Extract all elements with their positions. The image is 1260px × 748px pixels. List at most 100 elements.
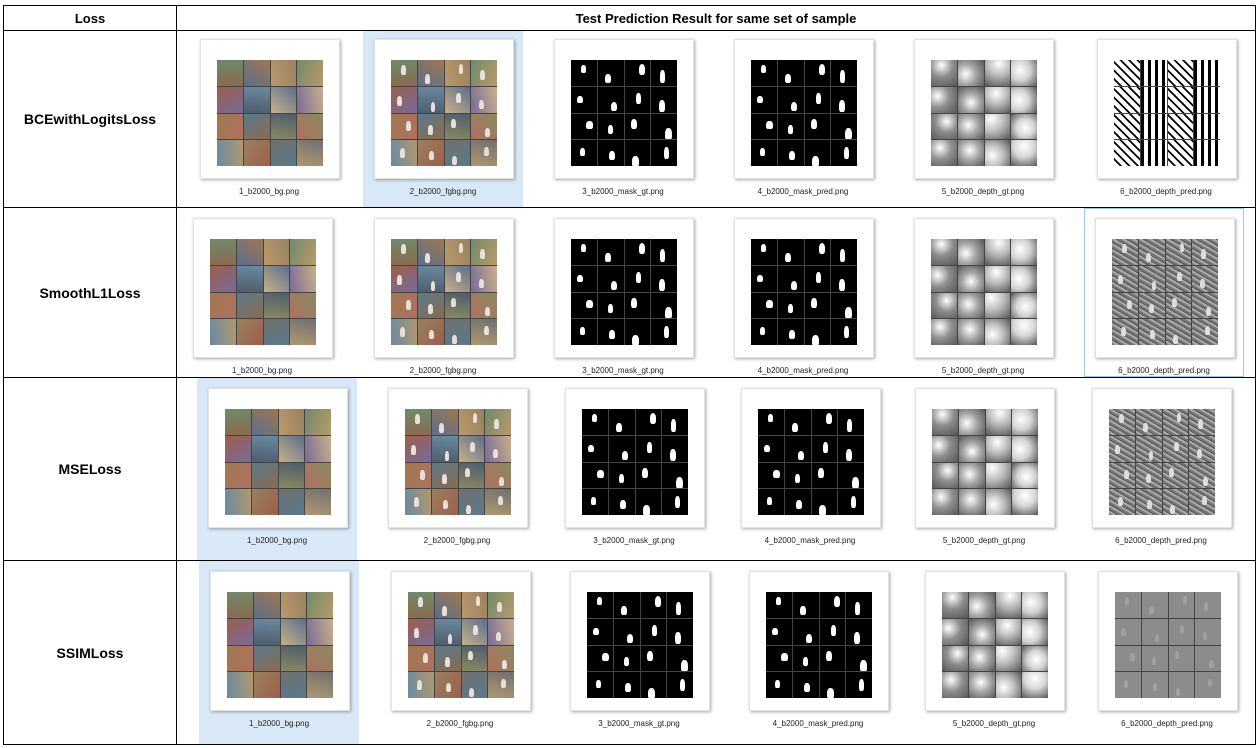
table-row: BCEwithLogitsLoss 1_b2000_bg.png 2_b2000_… (3, 30, 1256, 208)
thumbnail-image (751, 60, 857, 166)
file-tile[interactable]: 6_b2000_depth_pred.png (1084, 208, 1244, 377)
file-name-label: 6_b2000_depth_pred.png (1115, 536, 1207, 545)
thumbnail-image (225, 409, 331, 515)
file-name-label: 2_b2000_fgbg.png (409, 187, 477, 196)
result-column-header: Test Prediction Result for same set of s… (176, 5, 1256, 31)
thumbnail-frame (914, 218, 1054, 358)
thumbnail-frame (1092, 388, 1232, 528)
file-tile[interactable]: 1_b2000_bg.png (199, 561, 359, 744)
file-name-label: 1_b2000_bg.png (248, 719, 310, 728)
thumbnail-frame (1098, 571, 1238, 711)
thumbnail-frame (388, 388, 528, 528)
file-tile[interactable]: 5_b2000_depth_gt.png (903, 208, 1063, 377)
image-strip: 1_b2000_bg.png 2_b2000_fgbg.png 3_b2000_ma… (176, 377, 1256, 561)
thumbnail-frame (749, 571, 889, 711)
file-tile[interactable]: 1_b2000_bg.png (197, 378, 357, 560)
file-tile[interactable]: 2_b2000_fgbg.png (380, 561, 540, 744)
file-tile[interactable]: 1_b2000_bg.png (182, 208, 342, 377)
table-row: SmoothL1Loss 1_b2000_bg.png 2_b2000_fgbg.… (3, 207, 1256, 378)
file-tile[interactable]: 4_b2000_mask_pred.png (723, 208, 883, 377)
file-tile[interactable]: 3_b2000_mask_gt.png (543, 208, 703, 377)
loss-name: BCEwithLogitsLoss (3, 30, 177, 208)
file-name-label: 5_b2000_depth_gt.png (942, 536, 1026, 545)
thumbnail-frame (200, 39, 340, 179)
results-table: Loss Test Prediction Result for same set… (3, 5, 1256, 745)
file-name-label: 5_b2000_depth_gt.png (952, 719, 1036, 728)
thumbnail-image (227, 592, 333, 698)
file-tile[interactable]: 3_b2000_mask_gt.png (559, 561, 719, 744)
file-name-label: 3_b2000_mask_gt.png (582, 366, 664, 375)
file-tile[interactable]: 6_b2000_depth_pred.png (1081, 378, 1241, 560)
image-strip: 1_b2000_bg.png 2_b2000_fgbg.png 3_b2000_ma… (176, 30, 1256, 208)
file-name-label: 4_b2000_mask_pred.png (772, 719, 864, 728)
file-tile[interactable]: 6_b2000_depth_pred.png (1086, 31, 1246, 207)
header-row: Loss Test Prediction Result for same set… (3, 5, 1256, 31)
file-name-label: 4_b2000_mask_pred.png (764, 536, 856, 545)
thumbnail-image (391, 60, 497, 166)
thumbnail-image (391, 239, 497, 345)
thumbnail-image (758, 409, 864, 515)
file-tile[interactable]: 6_b2000_depth_pred.png (1087, 561, 1247, 744)
file-name-label: 6_b2000_depth_pred.png (1118, 366, 1210, 375)
loss-name: SmoothL1Loss (3, 207, 177, 378)
thumbnail-image (571, 60, 677, 166)
table-row: SSIMLoss 1_b2000_bg.png 2_b2000_fgbg.png 3… (3, 560, 1256, 745)
thumbnail-frame (741, 388, 881, 528)
thumbnail-image (571, 239, 677, 345)
loss-name: MSELoss (3, 377, 177, 561)
file-name-label: 2_b2000_fgbg.png (409, 366, 477, 375)
image-strip: 1_b2000_bg.png 2_b2000_fgbg.png 3_b2000_ma… (176, 207, 1256, 378)
thumbnail-image (408, 592, 514, 698)
thumbnail-frame (1097, 39, 1237, 179)
file-name-label: 3_b2000_mask_gt.png (593, 536, 675, 545)
thumbnail-image (931, 239, 1037, 345)
file-tile[interactable]: 5_b2000_depth_gt.png (903, 31, 1063, 207)
image-strip: 1_b2000_bg.png 2_b2000_fgbg.png 3_b2000_ma… (176, 560, 1256, 745)
file-name-label: 4_b2000_mask_pred.png (757, 187, 849, 196)
thumbnail-frame (734, 218, 874, 358)
thumbnail-frame (374, 39, 514, 179)
loss-name: SSIMLoss (3, 560, 177, 745)
thumbnail-frame (915, 388, 1055, 528)
file-name-label: 5_b2000_depth_gt.png (941, 187, 1025, 196)
file-tile[interactable]: 4_b2000_mask_pred.png (723, 31, 883, 207)
thumbnail-image (942, 592, 1048, 698)
file-name-label: 2_b2000_fgbg.png (426, 719, 494, 728)
file-tile[interactable]: 4_b2000_mask_pred.png (730, 378, 890, 560)
thumbnail-image (1109, 409, 1215, 515)
thumbnail-frame (374, 218, 514, 358)
thumbnail-frame (1095, 218, 1235, 358)
loss-column-header: Loss (3, 5, 177, 31)
thumbnail-image (751, 239, 857, 345)
file-tile[interactable]: 5_b2000_depth_gt.png (904, 378, 1064, 560)
file-name-label: 2_b2000_fgbg.png (423, 536, 491, 545)
thumbnail-image (210, 239, 316, 345)
table-row: MSELoss 1_b2000_bg.png 2_b2000_fgbg.png 3_… (3, 377, 1256, 561)
thumbnail-image (1115, 592, 1221, 698)
thumbnail-image (932, 409, 1038, 515)
file-name-label: 5_b2000_depth_gt.png (941, 366, 1025, 375)
file-tile[interactable]: 5_b2000_depth_gt.png (914, 561, 1074, 744)
file-tile[interactable]: 2_b2000_fgbg.png (363, 31, 523, 207)
thumbnail-frame (208, 388, 348, 528)
file-name-label: 1_b2000_bg.png (238, 187, 300, 196)
thumbnail-image (587, 592, 693, 698)
file-tile[interactable]: 2_b2000_fgbg.png (363, 208, 523, 377)
thumbnail-frame (914, 39, 1054, 179)
thumbnail-frame (554, 39, 694, 179)
file-tile[interactable]: 1_b2000_bg.png (189, 31, 349, 207)
thumbnail-frame (193, 218, 333, 358)
file-tile[interactable]: 3_b2000_mask_gt.png (554, 378, 714, 560)
thumbnail-image (766, 592, 872, 698)
thumbnail-image (217, 60, 323, 166)
thumbnail-frame (734, 39, 874, 179)
file-name-label: 6_b2000_depth_pred.png (1121, 719, 1213, 728)
file-tile[interactable]: 4_b2000_mask_pred.png (738, 561, 898, 744)
file-name-label: 4_b2000_mask_pred.png (757, 366, 849, 375)
thumbnail-frame (391, 571, 531, 711)
thumbnail-image (582, 409, 688, 515)
file-name-label: 1_b2000_bg.png (246, 536, 308, 545)
thumbnail-frame (565, 388, 705, 528)
file-tile[interactable]: 3_b2000_mask_gt.png (543, 31, 703, 207)
file-tile[interactable]: 2_b2000_fgbg.png (377, 378, 537, 560)
